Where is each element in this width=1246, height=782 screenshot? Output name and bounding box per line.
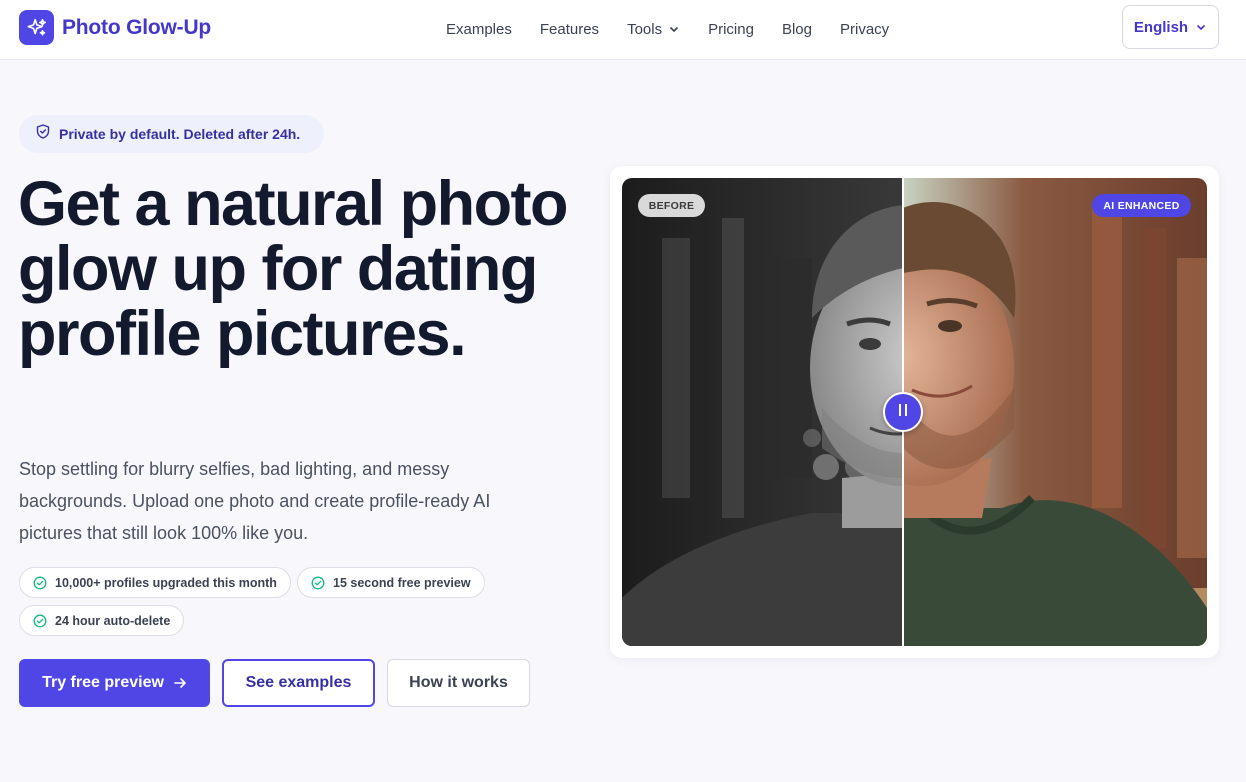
brand-logo-link[interactable]: Photo Glow-Up: [19, 10, 211, 45]
before-photo: [622, 178, 903, 646]
check-circle-icon: [33, 614, 47, 628]
feature-chip-label: 10,000+ profiles upgraded this month: [55, 575, 277, 590]
ai-enhanced-badge: AI ENHANCED: [1092, 194, 1191, 217]
slider-handle[interactable]: [883, 392, 923, 432]
top-nav: Photo Glow-Up Examples Features Tools Pr…: [0, 0, 1246, 60]
chevron-down-icon: [668, 23, 680, 35]
hero-subtext: Stop settling for blurry selfies, bad li…: [19, 459, 491, 543]
feature-chip-autodelete: 24 hour auto-delete: [19, 605, 185, 636]
shield-icon: [36, 124, 50, 144]
see-examples-button[interactable]: See examples: [222, 659, 375, 707]
feature-chip-profiles: 10,000+ profiles upgraded this month: [19, 567, 291, 598]
nav-link-tools-label: Tools: [627, 20, 663, 38]
how-it-works-button[interactable]: How it works: [387, 659, 530, 707]
feature-chip-label: 24 hour auto-delete: [55, 613, 171, 628]
language-selector[interactable]: English: [1122, 5, 1219, 49]
sparkles-icon: [19, 10, 54, 45]
nav-link-features[interactable]: Features: [540, 21, 599, 38]
feature-chip-preview: 15 second free preview: [297, 567, 485, 598]
chevron-down-icon: [1195, 21, 1207, 33]
brand-name: Photo Glow-Up: [62, 15, 212, 39]
before-after-card: BEFORE AI ENHANCED: [610, 166, 1219, 658]
nav-link-privacy[interactable]: Privacy: [840, 21, 889, 38]
nav-link-examples[interactable]: Examples: [446, 21, 512, 38]
before-badge: BEFORE: [638, 194, 705, 217]
nav-link-blog[interactable]: Blog: [782, 21, 812, 38]
language-label: English: [1133, 18, 1189, 36]
try-free-preview-label: Try free preview: [42, 674, 164, 691]
pause-bars-icon: [897, 403, 909, 422]
privacy-badge: Private by default. Deleted after 24h.: [19, 115, 324, 153]
try-free-preview-button[interactable]: Try free preview: [19, 659, 210, 707]
privacy-badge-text: Private by default. Deleted after 24h.: [59, 126, 301, 142]
hero-headline: Get a natural photo glow up for dating p…: [18, 169, 569, 369]
check-circle-icon: [311, 576, 325, 590]
check-circle-icon: [33, 576, 47, 590]
arrow-right-icon: [173, 676, 187, 690]
before-after-slider[interactable]: BEFORE AI ENHANCED: [622, 178, 1207, 646]
nav-link-tools[interactable]: Tools: [627, 21, 680, 38]
nav-link-pricing[interactable]: Pricing: [708, 21, 754, 38]
feature-chip-label: 15 second free preview: [333, 575, 471, 590]
nav-links: Examples Features Tools Pricing Blog Pri…: [446, 0, 917, 58]
after-photo: [903, 178, 1207, 646]
